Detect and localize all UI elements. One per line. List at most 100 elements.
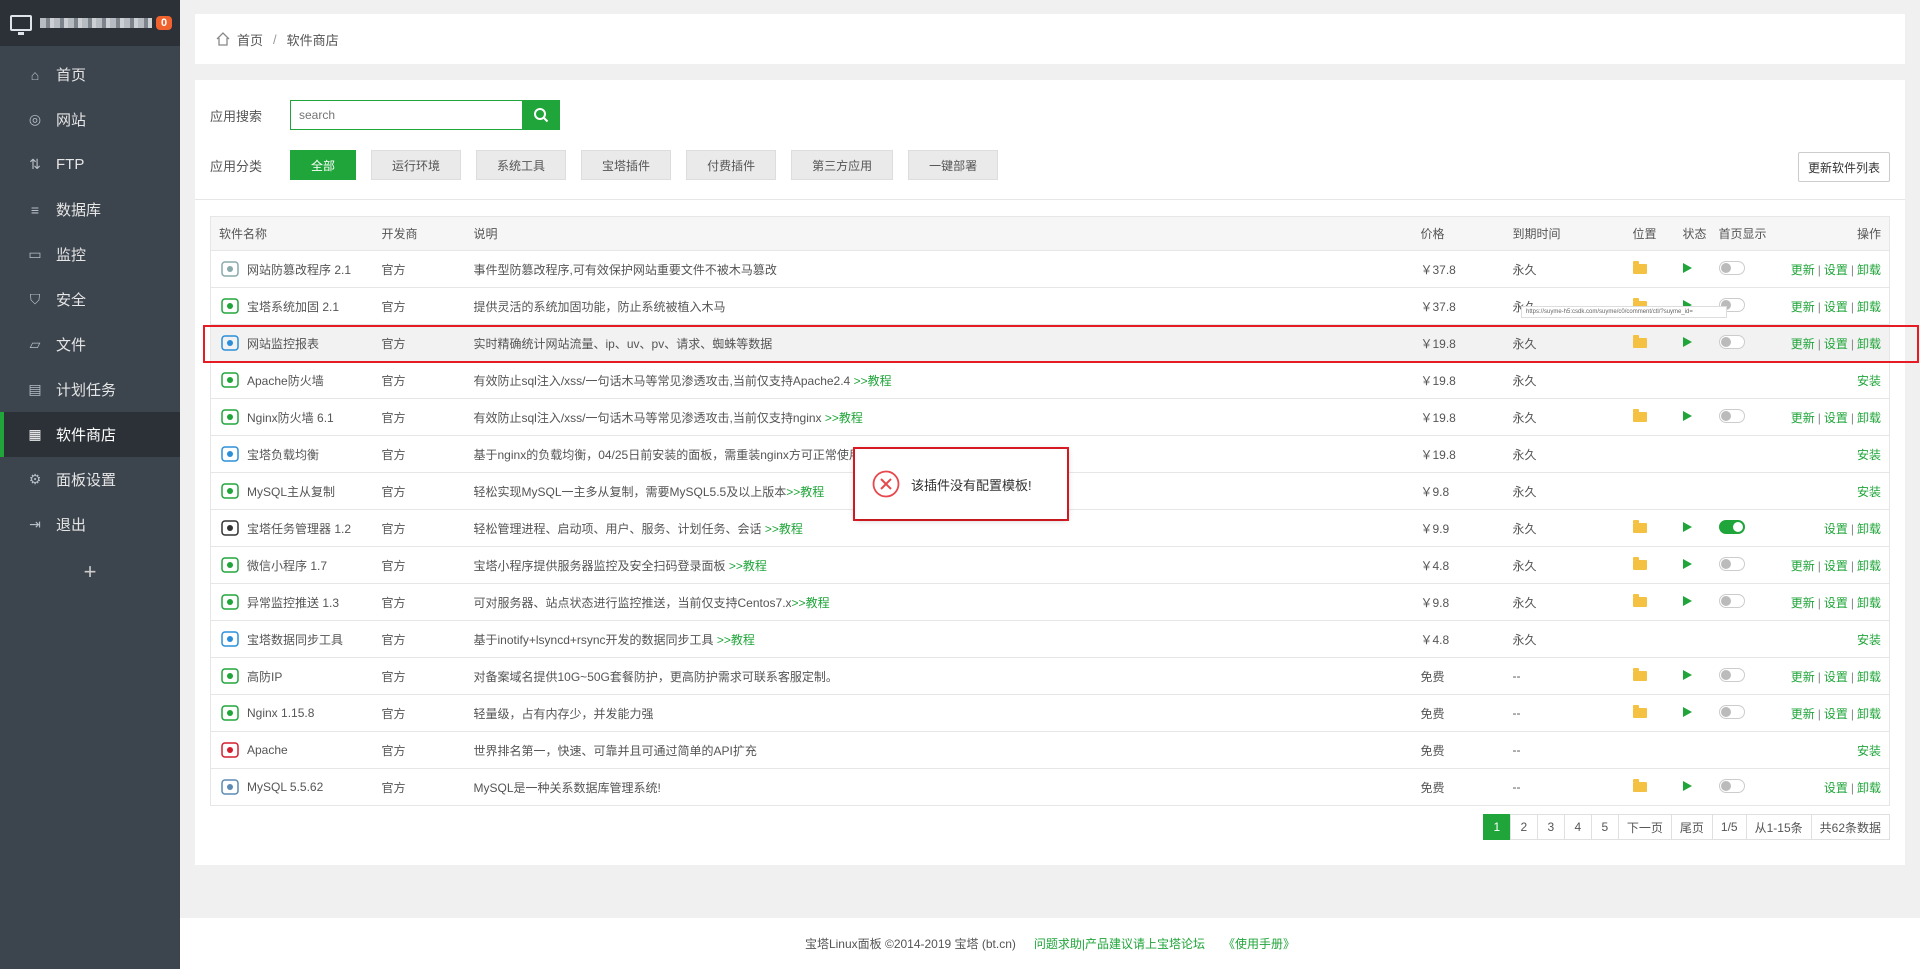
homepage-toggle[interactable] (1718, 704, 1745, 719)
sidebar-item-files[interactable]: ▱ 文件 (0, 322, 180, 367)
software-name[interactable]: 微信小程序 1.7 (247, 557, 327, 574)
homepage-toggle[interactable] (1718, 519, 1745, 534)
tutorial-link[interactable]: >>教程 (854, 374, 892, 388)
play-icon[interactable] (1682, 707, 1692, 717)
uninstall-button[interactable]: 卸载 (1857, 522, 1881, 536)
update-button[interactable]: 更新 (1791, 596, 1815, 610)
folder-icon[interactable] (1632, 594, 1647, 607)
category-paid-plugins[interactable]: 付费插件 (686, 150, 777, 180)
homepage-toggle[interactable] (1718, 408, 1745, 423)
server-header[interactable]: 0 (0, 0, 180, 46)
uninstall-button[interactable]: 卸载 (1857, 707, 1881, 721)
software-name[interactable]: 宝塔任务管理器 1.2 (247, 520, 351, 537)
uninstall-button[interactable]: 卸载 (1857, 596, 1881, 610)
search-input[interactable] (290, 100, 522, 130)
software-name[interactable]: 宝塔数据同步工具 (247, 631, 343, 648)
homepage-toggle[interactable] (1718, 556, 1745, 571)
folder-icon[interactable] (1632, 261, 1647, 274)
update-software-list-button[interactable]: 更新软件列表 (1797, 152, 1890, 182)
update-button[interactable]: 更新 (1791, 559, 1815, 573)
category-runtime[interactable]: 运行环境 (371, 150, 462, 180)
install-button[interactable]: 安装 (1857, 448, 1881, 462)
software-name[interactable]: 网站防篡改程序 2.1 (247, 261, 351, 278)
play-icon[interactable] (1682, 596, 1692, 606)
col-price[interactable]: 价格 (1412, 216, 1505, 251)
tutorial-link[interactable]: >>教程 (825, 411, 863, 425)
settings-button[interactable]: 设置 (1824, 707, 1848, 721)
footer-manual-link[interactable]: 《使用手册》 (1223, 935, 1295, 952)
search-button[interactable] (522, 100, 560, 130)
category-all[interactable]: 全部 (290, 150, 357, 180)
sidebar-item-monitor[interactable]: ▭ 监控 (0, 232, 180, 277)
install-button[interactable]: 安装 (1857, 374, 1881, 388)
col-name[interactable]: 软件名称 (210, 216, 374, 251)
software-name[interactable]: Apache防火墙 (247, 372, 324, 389)
play-icon[interactable] (1682, 781, 1692, 791)
settings-button[interactable]: 设置 (1824, 300, 1848, 314)
col-expire[interactable]: 到期时间 (1504, 216, 1625, 251)
category-third-party[interactable]: 第三方应用 (791, 150, 894, 180)
software-name[interactable]: 异常监控推送 1.3 (247, 594, 339, 611)
tutorial-link[interactable]: >>教程 (765, 522, 803, 536)
sidebar-item-ftp[interactable]: ⇅ FTP (0, 142, 180, 187)
folder-icon[interactable] (1632, 779, 1647, 792)
uninstall-button[interactable]: 卸载 (1857, 781, 1881, 795)
play-icon[interactable] (1682, 559, 1692, 569)
page-4[interactable]: 4 (1563, 814, 1592, 840)
page-1[interactable]: 1 (1482, 814, 1511, 840)
add-shortcut-button[interactable]: + (0, 559, 180, 585)
sidebar-item-store[interactable]: ▦ 软件商店 (0, 412, 180, 457)
folder-icon[interactable] (1632, 557, 1647, 570)
settings-button[interactable]: 设置 (1824, 263, 1848, 277)
folder-icon[interactable] (1632, 705, 1647, 718)
page-5[interactable]: 5 (1590, 814, 1619, 840)
folder-icon[interactable] (1632, 409, 1647, 422)
sidebar-item-security[interactable]: ⛉ 安全 (0, 277, 180, 322)
uninstall-button[interactable]: 卸载 (1857, 670, 1881, 684)
page-2[interactable]: 2 (1509, 814, 1538, 840)
sidebar-item-settings[interactable]: ⚙ 面板设置 (0, 457, 180, 502)
tutorial-link[interactable]: >>教程 (792, 596, 830, 610)
install-button[interactable]: 安装 (1857, 485, 1881, 499)
settings-button[interactable]: 设置 (1824, 559, 1848, 573)
settings-button[interactable]: 设置 (1824, 670, 1848, 684)
play-icon[interactable] (1682, 263, 1692, 273)
sidebar-item-database[interactable]: ≡ 数据库 (0, 187, 180, 232)
update-button[interactable]: 更新 (1791, 411, 1815, 425)
update-button[interactable]: 更新 (1791, 707, 1815, 721)
last-page[interactable]: 尾页 (1670, 814, 1713, 840)
play-icon[interactable] (1682, 522, 1692, 532)
software-name[interactable]: 高防IP (247, 668, 282, 685)
install-button[interactable]: 安装 (1857, 744, 1881, 758)
software-name[interactable]: MySQL主从复制 (247, 483, 335, 500)
settings-button[interactable]: 设置 (1824, 522, 1848, 536)
play-icon[interactable] (1682, 670, 1692, 680)
update-button[interactable]: 更新 (1791, 300, 1815, 314)
software-name[interactable]: Nginx 1.15.8 (247, 706, 314, 720)
message-badge[interactable]: 0 (156, 16, 173, 30)
folder-icon[interactable] (1632, 520, 1647, 533)
uninstall-button[interactable]: 卸载 (1857, 411, 1881, 425)
software-name[interactable]: MySQL 5.5.62 (247, 780, 323, 794)
software-name[interactable]: 宝塔系统加固 2.1 (247, 298, 339, 315)
breadcrumb-home[interactable]: 首页 (237, 30, 263, 49)
update-button[interactable]: 更新 (1791, 670, 1815, 684)
next-page[interactable]: 下一页 (1617, 814, 1672, 840)
category-system-tools[interactable]: 系统工具 (476, 150, 567, 180)
settings-button[interactable]: 设置 (1824, 781, 1848, 795)
settings-button[interactable]: 设置 (1824, 596, 1848, 610)
install-button[interactable]: 安装 (1857, 633, 1881, 647)
category-bt-plugins[interactable]: 宝塔插件 (581, 150, 672, 180)
sidebar-item-website[interactable]: ◎ 网站 (0, 97, 180, 142)
uninstall-button[interactable]: 卸载 (1857, 263, 1881, 277)
software-name[interactable]: Apache (247, 743, 288, 757)
sidebar-item-home[interactable]: ⌂ 首页 (0, 52, 180, 97)
update-button[interactable]: 更新 (1791, 263, 1815, 277)
sidebar-item-logout[interactable]: ⇥ 退出 (0, 502, 180, 547)
tutorial-link[interactable]: >>教程 (729, 559, 767, 573)
homepage-toggle[interactable] (1718, 593, 1745, 608)
tutorial-link[interactable]: >>教程 (717, 633, 755, 647)
tutorial-link[interactable]: >>教程 (786, 485, 824, 499)
uninstall-button[interactable]: 卸载 (1857, 559, 1881, 573)
software-name[interactable]: Nginx防火墙 6.1 (247, 409, 334, 426)
